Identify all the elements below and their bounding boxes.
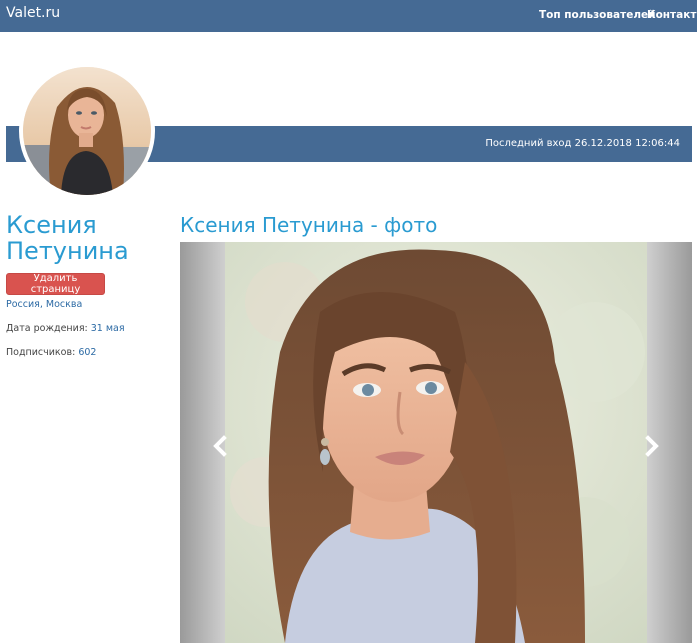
location-link[interactable]: Россия, Москва (6, 299, 82, 310)
carousel-prev-control[interactable] (206, 432, 236, 460)
nav-link-contacts[interactable]: Контакты (647, 9, 697, 21)
birthday-value-link[interactable]: 31 мая (91, 323, 125, 334)
nav-link-top-users[interactable]: Топ пользователей (539, 9, 656, 21)
subscribers-info: Подписчиков: 602 (6, 347, 96, 358)
delete-page-button[interactable]: Удалить страницу (6, 273, 105, 295)
carousel-photo (225, 242, 647, 643)
last-visit-text: Последний вход 26.12.2018 12:06:44 (485, 138, 680, 149)
subscribers-label: Подписчиков: (6, 347, 76, 358)
photo-carousel[interactable] (180, 242, 692, 643)
site-logo-link[interactable]: Valet.ru (6, 5, 60, 21)
birthday-info: Дата рождения: 31 мая (6, 323, 125, 334)
avatar-image (23, 67, 151, 195)
location-info: Россия, Москва (6, 299, 82, 310)
profile-name: Ксения Петунина (6, 211, 129, 265)
subscribers-count-link[interactable]: 602 (78, 347, 96, 358)
profile-photo-image (225, 242, 647, 643)
carousel-next-control[interactable] (636, 432, 666, 460)
avatar (19, 63, 155, 199)
chevron-left-icon (213, 435, 227, 457)
birthday-label: Дата рождения: (6, 323, 88, 334)
top-navbar: Valet.ru Топ пользователей Контакты (0, 0, 697, 32)
chevron-right-icon (645, 435, 659, 457)
gallery-title: Ксения Петунина - фото (180, 213, 438, 237)
